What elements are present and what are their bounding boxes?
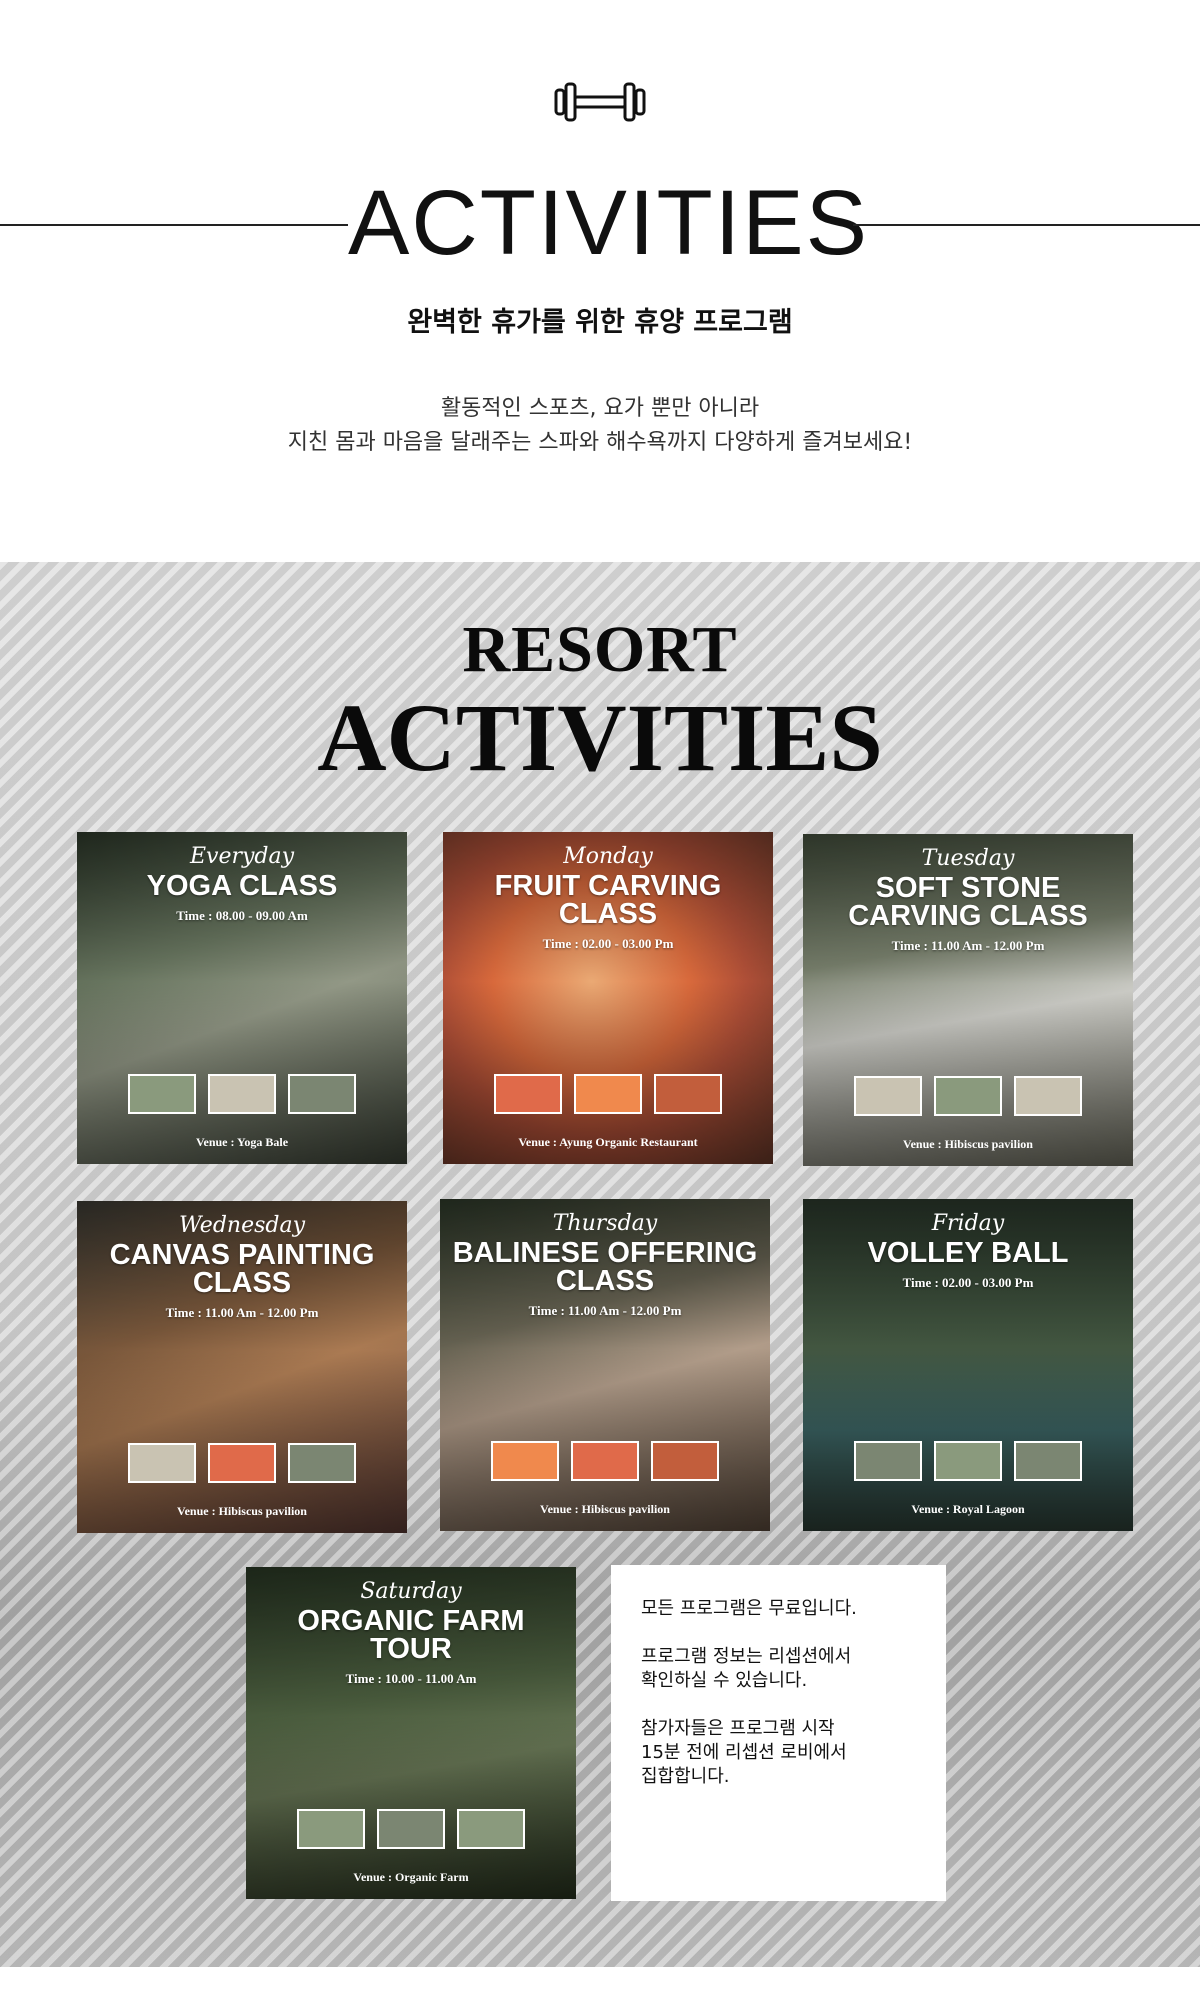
card-day: Wednesday [178, 1213, 306, 1238]
card-thumbnails [77, 1443, 407, 1483]
activity-card-fruit-carving[interactable]: Monday FRUIT CARVING CLASS Time : 02.00 … [443, 832, 773, 1164]
card-title: YOGA CLASS [146, 870, 338, 902]
card-thumbnail [128, 1074, 196, 1114]
card-title: VOLLEY BALL [867, 1237, 1069, 1269]
card-thumbnails [443, 1074, 773, 1114]
card-day: Saturday [360, 1579, 462, 1604]
card-thumbnail [934, 1076, 1002, 1116]
info-reception-2: 확인하실 수 있습니다. [641, 1670, 808, 1691]
card-thumbnail [934, 1441, 1002, 1481]
page-title: ACTIVITIES [348, 172, 869, 274]
card-day: Friday [931, 1211, 1005, 1236]
title-rule-left [0, 224, 348, 226]
card-thumbnails [803, 1076, 1133, 1116]
resort-title-top: RESORT [462, 613, 738, 686]
card-thumbnail [651, 1441, 719, 1481]
card-thumbnail [208, 1443, 276, 1483]
card-thumbnail [457, 1809, 525, 1849]
card-venue: Venue : Yoga Bale [195, 1135, 289, 1149]
card-time: Time : 11.00 Am - 12.00 Pm [165, 1305, 319, 1320]
description-line-2: 지친 몸과 마음을 달래주는 스파와 해수욕까지 다양하게 즐겨보세요! [287, 430, 913, 455]
card-thumbnail [297, 1809, 365, 1849]
card-time: Time : 11.00 Am - 12.00 Pm [528, 1303, 682, 1318]
card-day: Tuesday [921, 846, 1015, 871]
activity-card-balinese-offering[interactable]: Thursday BALINESE OFFERING CLASS Time : … [440, 1199, 770, 1531]
dumbbell-icon [554, 82, 646, 122]
info-gather-2: 15분 전에 리셉션 로비에서 [641, 1742, 847, 1763]
card-thumbnail [1014, 1076, 1082, 1116]
card-title-block: CANVAS PAINTING CLASS Time : 11.00 Am - … [85, 1241, 399, 1327]
card-thumbnail [574, 1074, 642, 1114]
card-day: Everyday [189, 844, 295, 869]
resort-title-bottom: ACTIVITIES [317, 684, 883, 791]
card-venue: Venue : Organic Farm [353, 1870, 469, 1884]
card-thumbnail [654, 1074, 722, 1114]
card-time: Time : 10.00 - 11.00 Am [345, 1671, 477, 1686]
card-thumbnail [854, 1076, 922, 1116]
card-thumbnails [246, 1809, 576, 1849]
card-time: Time : 08.00 - 09.00 Am [176, 908, 308, 923]
card-thumbnail [494, 1074, 562, 1114]
description-line-1: 활동적인 스포츠, 요가 뿐만 아니라 [440, 396, 760, 421]
activity-card-stone-carving[interactable]: Tuesday SOFT STONE CARVING CLASS Time : … [803, 834, 1133, 1166]
card-time: Time : 02.00 - 03.00 Pm [902, 1275, 1034, 1290]
card-thumbnails [77, 1074, 407, 1114]
card-title: SOFT STONE CARVING CLASS [848, 872, 1088, 932]
card-day: Thursday [552, 1211, 658, 1236]
card-thumbnail [288, 1443, 356, 1483]
page-subtitle: 완벽한 휴가를 위한 휴양 프로그램 [407, 307, 793, 338]
card-thumbnail [571, 1441, 639, 1481]
card-thumbnail [491, 1441, 559, 1481]
info-free: 모든 프로그램은 무료입니다. [641, 1598, 857, 1619]
info-gather-3: 집합합니다. [641, 1766, 730, 1787]
activity-card-organic-farm[interactable]: Saturday ORGANIC FARM TOUR Time : 10.00 … [246, 1567, 576, 1899]
card-thumbnail [208, 1074, 276, 1114]
program-info-box: 모든 프로그램은 무료입니다. 프로그램 정보는 리셉션에서 확인하실 수 있습… [611, 1565, 946, 1901]
title-rule-right [853, 224, 1200, 226]
card-title-block: ORGANIC FARM TOUR Time : 10.00 - 11.00 A… [254, 1607, 568, 1693]
card-thumbnail [288, 1074, 356, 1114]
card-thumbnail [128, 1443, 196, 1483]
card-title: BALINESE OFFERING CLASS [452, 1237, 758, 1297]
card-time: Time : 02.00 - 03.00 Pm [542, 936, 674, 951]
info-gather-1: 참가자들은 프로그램 시작 [641, 1718, 835, 1739]
card-title: FRUIT CARVING CLASS [494, 870, 722, 930]
card-venue: Venue : Ayung Organic Restaurant [518, 1135, 698, 1149]
activity-card-volley-ball[interactable]: Friday VOLLEY BALL Time : 02.00 - 03.00 … [803, 1199, 1133, 1531]
card-venue: Venue : Hibiscus pavilion [177, 1504, 307, 1518]
card-thumbnails [440, 1441, 770, 1481]
card-venue: Venue : Hibiscus pavilion [903, 1137, 1033, 1151]
card-title-block: YOGA CLASS Time : 08.00 - 09.00 Am [85, 872, 399, 930]
card-title-block: BALINESE OFFERING CLASS Time : 11.00 Am … [448, 1239, 762, 1325]
activity-card-canvas-painting[interactable]: Wednesday CANVAS PAINTING CLASS Time : 1… [77, 1201, 407, 1533]
card-thumbnail [1014, 1441, 1082, 1481]
activity-card-yoga[interactable]: Everyday YOGA CLASS Time : 08.00 - 09.00… [77, 832, 407, 1164]
card-title-block: VOLLEY BALL Time : 02.00 - 03.00 Pm [811, 1239, 1125, 1297]
card-day: Monday [563, 844, 653, 869]
card-thumbnail [377, 1809, 445, 1849]
card-title: CANVAS PAINTING CLASS [109, 1239, 375, 1299]
card-venue: Venue : Hibiscus pavilion [540, 1502, 670, 1516]
info-reception-1: 프로그램 정보는 리셉션에서 [641, 1646, 852, 1667]
card-thumbnails [803, 1441, 1133, 1481]
page-description: 활동적인 스포츠, 요가 뿐만 아니라 지친 몸과 마음을 달래주는 스파와 해… [0, 392, 1200, 460]
card-title-block: FRUIT CARVING CLASS Time : 02.00 - 03.00… [451, 872, 765, 958]
card-venue: Venue : Royal Lagoon [911, 1502, 1025, 1516]
card-thumbnail [854, 1441, 922, 1481]
card-title: ORGANIC FARM TOUR [297, 1605, 525, 1665]
card-time: Time : 11.00 Am - 12.00 Pm [891, 938, 1045, 953]
card-title-block: SOFT STONE CARVING CLASS Time : 11.00 Am… [811, 874, 1125, 960]
